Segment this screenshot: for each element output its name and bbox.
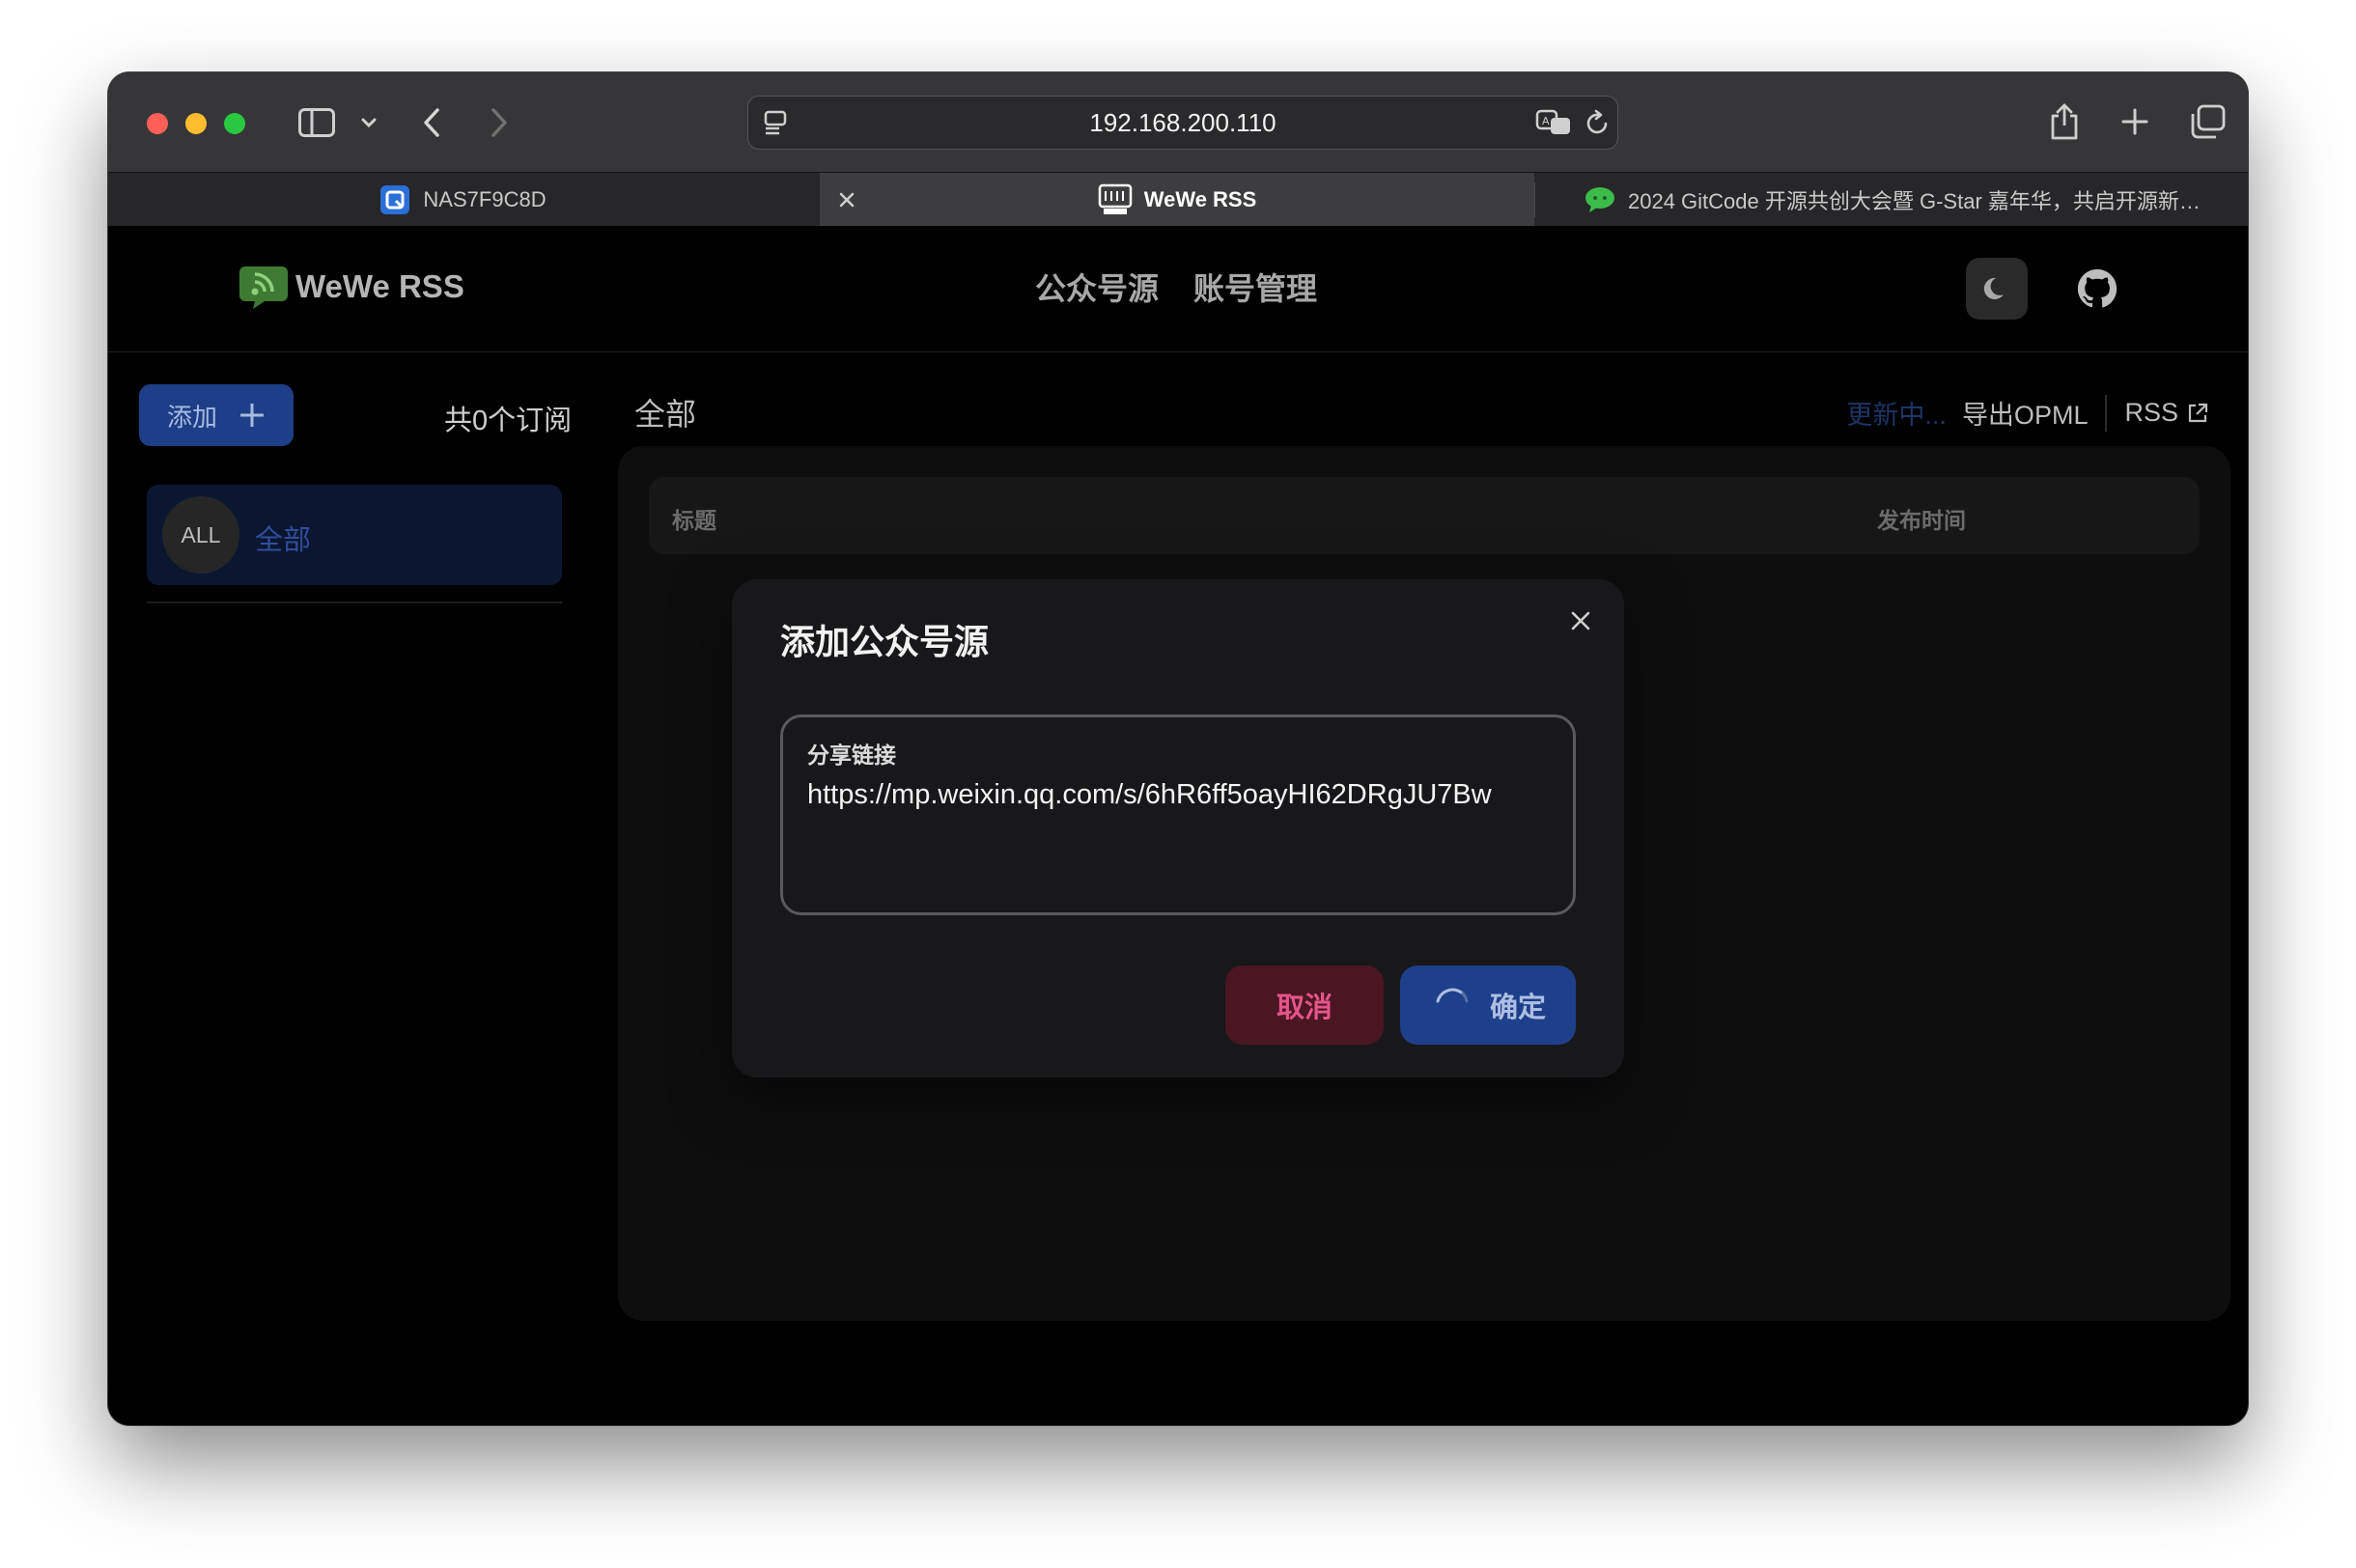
app-content: WeWe RSS 公众号源 账号管理 添加 共0个订阅 ALL 全部 全部 更新… xyxy=(108,226,2248,1425)
field-label: 分享链接 xyxy=(807,742,896,768)
column-publish-time[interactable]: 发布时间 xyxy=(1877,502,1966,535)
svg-text:A: A xyxy=(1542,115,1550,127)
brand[interactable]: WeWe RSS xyxy=(238,261,464,313)
rss-link[interactable]: RSS xyxy=(2124,398,2209,428)
share-icon[interactable] xyxy=(2047,101,2082,142)
add-source-modal: 添加公众号源 分享链接 https://mp.weixin.qq.com/s/6… xyxy=(732,579,1624,1078)
nav-accounts[interactable]: 账号管理 xyxy=(1193,265,1317,309)
spinner-icon xyxy=(1436,988,1469,1003)
table-header: 标题 发布时间 xyxy=(649,477,2200,554)
close-window-button[interactable] xyxy=(147,113,168,134)
tab-nas[interactable]: NAS7F9C8D xyxy=(108,173,819,227)
add-source-button[interactable]: 添加 xyxy=(139,384,294,446)
divider xyxy=(2105,394,2108,432)
tab-label: WeWe RSS xyxy=(1143,187,1257,211)
minimize-window-button[interactable] xyxy=(185,113,207,134)
sidebar-item-label: 全部 xyxy=(255,525,312,556)
moon-icon xyxy=(1983,277,2004,299)
brand-name: WeWe RSS xyxy=(295,268,464,304)
plus-icon xyxy=(240,404,264,427)
share-link-input[interactable]: https://mp.weixin.qq.com/s/6hR6ff5oayHI6… xyxy=(807,779,1492,811)
back-icon[interactable] xyxy=(417,105,446,140)
tab-label: NAS7F9C8D xyxy=(423,187,547,211)
browser-window: 192.168.200.110 A NAS7F9C8D WeWe RSS 202… xyxy=(108,72,2248,1425)
tab-wewe-rss[interactable]: WeWe RSS xyxy=(820,173,1534,227)
address-text[interactable]: 192.168.200.110 xyxy=(748,97,1617,149)
github-icon xyxy=(2077,268,2118,308)
avatar: ALL xyxy=(162,496,239,574)
forward-icon[interactable] xyxy=(485,105,514,140)
close-icon[interactable] xyxy=(1564,604,1597,637)
confirm-button[interactable]: 确定 xyxy=(1400,966,1576,1045)
nav-sources[interactable]: 公众号源 xyxy=(1035,265,1159,309)
new-tab-icon[interactable] xyxy=(2118,105,2151,138)
rss-label: RSS xyxy=(2124,398,2178,427)
modal-title: 添加公众号源 xyxy=(780,622,990,661)
cancel-label: 取消 xyxy=(1276,993,1332,1023)
add-label: 添加 xyxy=(166,402,217,432)
tab-label: 2024 GitCode 开源共创大会暨 G-Star 嘉年华，共启开源新… xyxy=(1628,189,2201,213)
sidebar-item-all[interactable]: ALL 全部 xyxy=(147,485,562,585)
address-bar[interactable]: 192.168.200.110 A xyxy=(747,96,1618,150)
share-link-field[interactable]: 分享链接 https://mp.weixin.qq.com/s/6hR6ff5o… xyxy=(780,714,1576,915)
tab-gitcode[interactable]: 2024 GitCode 开源共创大会暨 G-Star 嘉年华，共启开源新… xyxy=(1535,173,2248,227)
wewe-favicon-icon xyxy=(1098,182,1133,217)
tab-close-icon[interactable] xyxy=(833,186,860,213)
tab-bar: NAS7F9C8D WeWe RSS 2024 GitCode 开源共创大会暨 … xyxy=(108,172,2248,227)
nas-favicon-icon xyxy=(380,185,410,214)
chevron-down-icon[interactable] xyxy=(357,111,380,134)
cancel-button[interactable]: 取消 xyxy=(1225,966,1384,1045)
subscription-count: 共0个订阅 xyxy=(444,406,573,436)
sidebar-divider xyxy=(147,602,562,603)
logo-icon xyxy=(238,261,290,313)
wechat-favicon-icon xyxy=(1584,185,1616,214)
updating-status: 更新中... xyxy=(1846,401,1947,430)
reload-icon[interactable] xyxy=(1585,109,1612,136)
export-opml-link[interactable]: 导出OPML xyxy=(1962,394,2089,432)
external-link-icon xyxy=(2188,403,2208,422)
sidebar-toggle-icon[interactable] xyxy=(297,107,336,138)
zoom-window-button[interactable] xyxy=(224,113,245,134)
feed-actions: 更新中... 导出OPML RSS xyxy=(1846,394,2209,432)
github-link[interactable] xyxy=(2066,258,2128,320)
column-title[interactable]: 标题 xyxy=(672,502,716,535)
tab-overview-icon[interactable] xyxy=(2188,103,2227,140)
theme-toggle-button[interactable] xyxy=(1966,258,2028,320)
browser-toolbar: 192.168.200.110 A xyxy=(108,72,2248,172)
page-title: 全部 xyxy=(634,397,697,432)
confirm-label: 确定 xyxy=(1489,993,1546,1023)
app-header: WeWe RSS 公众号源 账号管理 xyxy=(108,226,2248,352)
translate-icon[interactable]: A xyxy=(1534,108,1573,137)
